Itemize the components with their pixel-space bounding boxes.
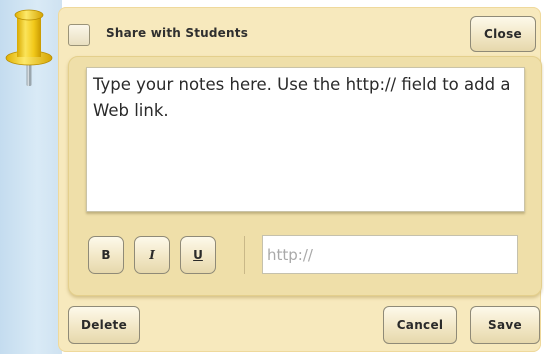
pushpin-icon bbox=[5, 9, 53, 86]
delete-button[interactable]: Delete bbox=[68, 306, 140, 344]
save-button[interactable]: Save bbox=[470, 306, 540, 344]
share-with-students-label: Share with Students bbox=[106, 26, 249, 40]
italic-button[interactable]: I bbox=[134, 236, 170, 274]
cancel-button[interactable]: Cancel bbox=[383, 306, 457, 344]
toolbar-divider bbox=[244, 236, 245, 274]
underline-button[interactable]: U bbox=[180, 236, 216, 274]
notes-textarea[interactable]: Type your notes here. Use the http:// fi… bbox=[86, 67, 525, 212]
close-button[interactable]: Close bbox=[470, 16, 536, 52]
bold-button[interactable]: B bbox=[88, 236, 124, 274]
sticky-note-editor: Share with Students Close Type your note… bbox=[0, 0, 544, 354]
web-link-input[interactable] bbox=[262, 235, 518, 274]
share-with-students-checkbox[interactable] bbox=[68, 24, 90, 46]
